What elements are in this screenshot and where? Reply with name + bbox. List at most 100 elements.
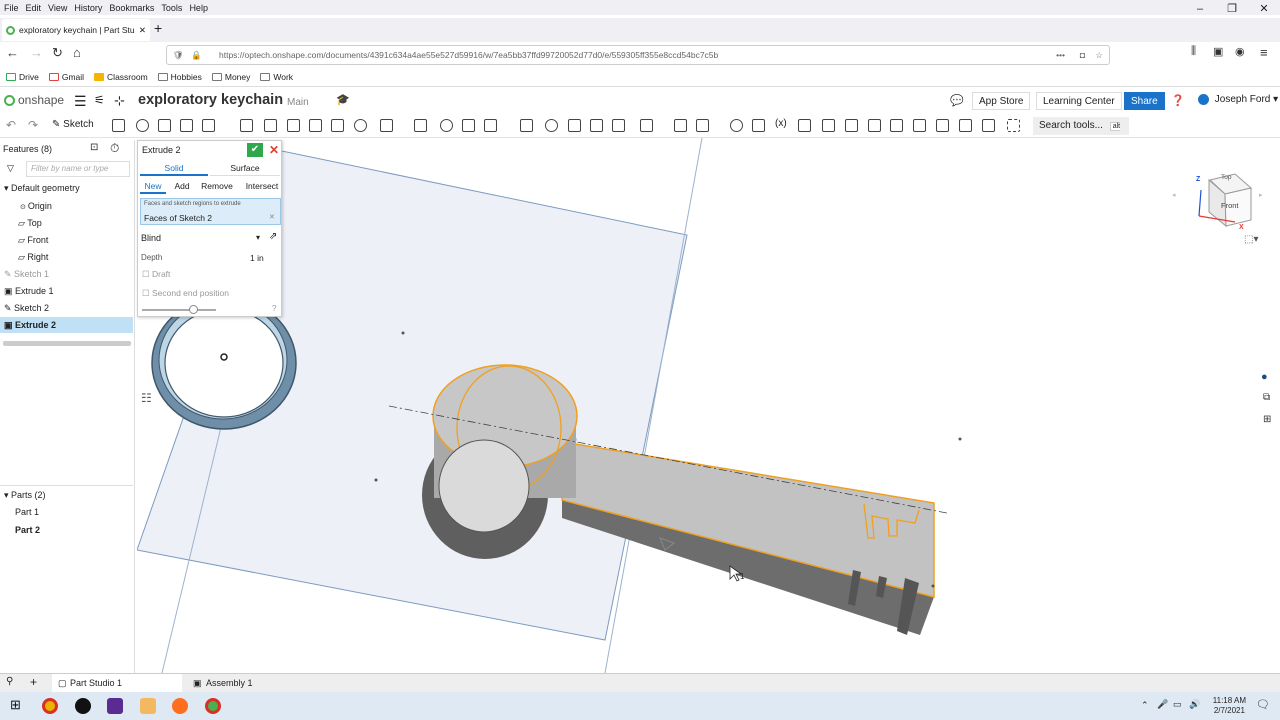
bookmark-gmail[interactable]: Gmail [48, 72, 84, 82]
rollback-bar[interactable] [3, 341, 131, 346]
graphics-viewport[interactable]: 1 Z X Top Front ◂ ▸ ⬚▾ ☷ ● ⧉ ⊞ [137, 138, 1280, 673]
system-clock[interactable]: 11:18 AM 2/7/2021 [1213, 696, 1246, 716]
comment-icon[interactable]: 💬 [950, 94, 964, 107]
new-tab-icon[interactable]: + [154, 20, 162, 36]
model-canvas[interactable]: 1 [137, 138, 1280, 673]
flange-icon[interactable] [845, 119, 858, 132]
joint-icon[interactable] [936, 119, 949, 132]
operation-new[interactable]: New [140, 179, 166, 194]
close-icon[interactable]: ✕ [1248, 0, 1280, 18]
redo-icon[interactable]: ↷ [28, 118, 38, 132]
account-icon[interactable]: ◉ [1235, 45, 1245, 58]
feature-list-icon[interactable]: ⚟ [94, 93, 105, 107]
list-toggle-icon[interactable]: ☷ [141, 391, 152, 405]
pocket-icon[interactable]: ◘ [1080, 46, 1085, 64]
view-options-icon[interactable]: ⬚▾ [1244, 234, 1258, 245]
fillet-icon[interactable] [240, 119, 253, 132]
clear-selection-icon[interactable]: ✕ [269, 213, 275, 221]
bookmark-star-icon[interactable]: ☆ [1095, 46, 1103, 64]
replace-face-icon[interactable] [590, 119, 603, 132]
help-icon[interactable]: ? [272, 304, 276, 313]
feature-origin[interactable]: ⊙ Origin [0, 198, 133, 214]
onshape-logo[interactable]: onshape [4, 93, 64, 107]
modify-fillet-icon[interactable] [545, 119, 558, 132]
end-type-select[interactable]: Blind [141, 233, 161, 243]
feature-front-plane[interactable]: ▱ Front [0, 232, 133, 248]
default-geometry-group[interactable]: ▾ Default geometry [0, 180, 133, 196]
draft-icon[interactable] [287, 119, 300, 132]
linear-pattern-icon[interactable] [380, 119, 393, 132]
part-1[interactable]: Part 1 [0, 504, 133, 520]
network-icon[interactable]: ▭ [1173, 699, 1182, 710]
accept-button[interactable]: ✔ [247, 143, 263, 157]
app-circle-icon[interactable] [75, 698, 91, 714]
frame-icon[interactable] [798, 119, 811, 132]
minimize-icon[interactable]: – [1184, 0, 1216, 18]
rip-icon[interactable] [959, 119, 972, 132]
tray-chevron-icon[interactable]: ⌃ [1141, 700, 1149, 711]
sweep-icon[interactable] [158, 119, 171, 132]
operation-remove[interactable]: Remove [198, 179, 236, 194]
view-cube[interactable]: Z X Top Front [1195, 150, 1255, 231]
branch-label[interactable]: Main [287, 97, 309, 108]
hole-icon[interactable] [354, 119, 367, 132]
chrome-profile-icon[interactable] [205, 698, 221, 714]
folder-add-icon[interactable]: ⊡ [90, 142, 98, 153]
back-icon[interactable]: ← [6, 45, 19, 60]
thicken-icon[interactable] [202, 119, 215, 132]
sheet-metal-icon[interactable] [822, 119, 835, 132]
menu-file[interactable]: File [4, 3, 19, 13]
faces-selection-field[interactable]: Faces and sketch regions to extrude Face… [140, 198, 281, 225]
menu-bookmarks[interactable]: Bookmarks [109, 3, 154, 13]
boolean-icon[interactable] [440, 119, 453, 132]
menu-edit[interactable]: Edit [26, 3, 42, 13]
dropdown-caret-icon[interactable]: ▾ [256, 233, 260, 242]
tab-icon[interactable] [868, 119, 881, 132]
library-icon[interactable]: ⫼ [1191, 45, 1196, 58]
variable-table-icon[interactable]: ⊞ [1263, 414, 1271, 425]
depth-input[interactable]: 1 in [250, 253, 264, 263]
helix-icon[interactable] [696, 119, 709, 132]
second-end-checkbox[interactable]: ☐ Second end position [142, 288, 229, 299]
shell-icon[interactable] [331, 119, 344, 132]
revolve-icon[interactable] [136, 119, 149, 132]
operation-add[interactable]: Add [170, 179, 194, 194]
feature-right-plane[interactable]: ▱ Right [0, 249, 133, 265]
variable-icon[interactable]: (x) [775, 118, 787, 129]
configurations-icon[interactable]: ⧉ [1263, 392, 1270, 403]
amazon-music-icon[interactable] [107, 698, 123, 714]
parts-header[interactable]: ▾ Parts (2) [0, 487, 133, 503]
menu-tools[interactable]: Tools [161, 3, 182, 13]
bookmark-classroom[interactable]: Classroom [94, 72, 148, 82]
sketch-button[interactable]: ✎ Sketch [52, 119, 94, 130]
search-tools-input[interactable]: Search tools... alt C [1033, 117, 1129, 150]
feature-top-plane[interactable]: ▱ Top [0, 215, 133, 231]
notifications-icon[interactable]: 🗨 [1256, 698, 1270, 711]
move-face-icon[interactable] [568, 119, 581, 132]
feature-filter-input[interactable]: Filter by name or type [26, 161, 130, 177]
hamburger-icon[interactable]: ☰ [74, 93, 87, 110]
insert-icon[interactable]: ⊹ [114, 93, 125, 109]
app-store-button[interactable]: App Store [972, 92, 1031, 110]
menu-history[interactable]: History [74, 3, 102, 13]
corner-icon[interactable] [890, 119, 903, 132]
tab-part-studio-1[interactable]: ▢ Part Studio 1 [52, 674, 182, 692]
part-2[interactable]: Part 2 [0, 522, 133, 538]
mirror-icon[interactable] [414, 119, 427, 132]
loft-icon[interactable] [180, 119, 193, 132]
chamfer-icon[interactable] [264, 119, 277, 132]
browser-tab[interactable]: exploratory keychain | Part Stu ✕ [2, 19, 150, 41]
feature-extrude-1[interactable]: ▣ Extrude 1 [0, 283, 133, 299]
user-menu[interactable]: Joseph Ford ▾ [1198, 94, 1278, 105]
windows-start-icon[interactable]: ⊞ [10, 697, 21, 713]
measure-icon[interactable] [730, 119, 743, 132]
mate-connector-icon[interactable] [674, 119, 687, 132]
tab-surface[interactable]: Surface [210, 161, 280, 176]
add-custom-feature-icon[interactable] [1007, 119, 1020, 132]
delete-part-icon[interactable] [520, 119, 533, 132]
bookmark-drive[interactable]: Drive [6, 72, 39, 82]
tab-close-icon[interactable]: ✕ [139, 25, 146, 36]
preview-slider[interactable] [142, 309, 216, 311]
rotate-left-icon[interactable]: ◂ [1172, 191, 1176, 199]
appearance-icon[interactable]: ● [1261, 371, 1268, 383]
